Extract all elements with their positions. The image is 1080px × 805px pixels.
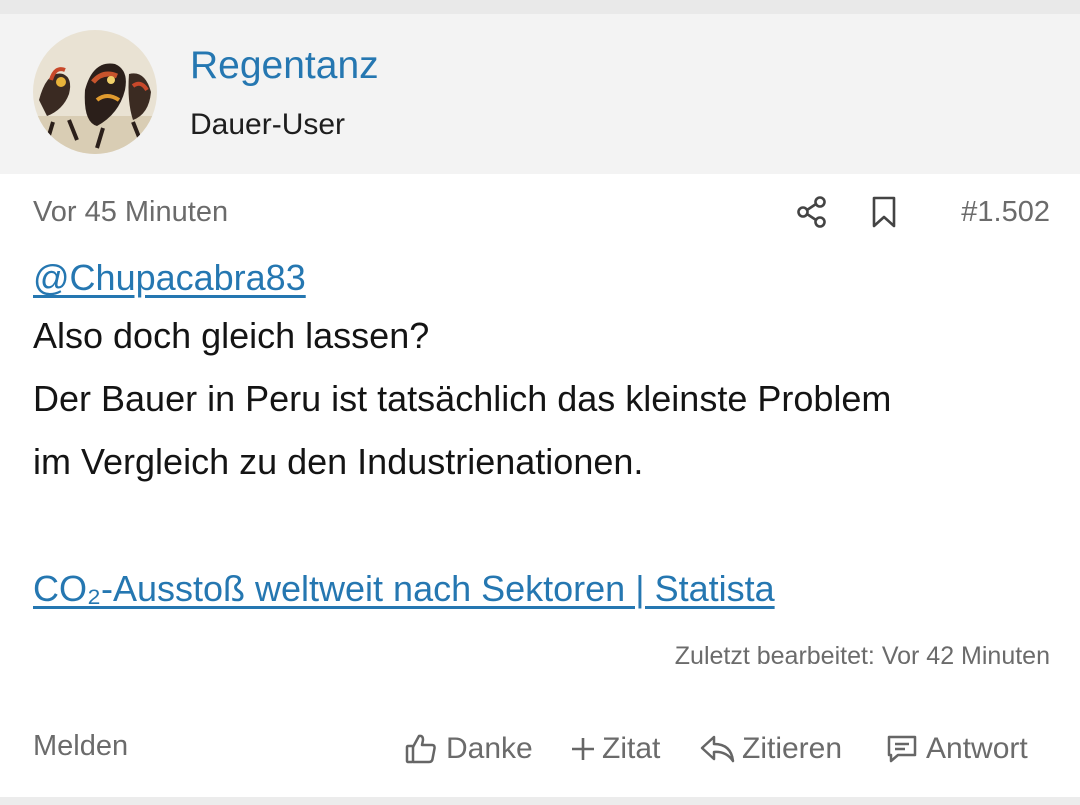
bookmark-icon[interactable]	[866, 194, 902, 230]
post-timestamp[interactable]: Vor 45 Minuten	[33, 196, 228, 229]
comment-icon	[886, 733, 918, 765]
username-link[interactable]: Regentanz	[190, 44, 379, 88]
avatar[interactable]	[33, 30, 157, 154]
plus-icon	[570, 736, 596, 762]
reply-button[interactable]: Antwort	[886, 728, 1028, 770]
like-label: Danke	[446, 732, 533, 765]
top-divider	[0, 0, 1080, 14]
user-mention-link[interactable]: @Chupacabra83	[33, 252, 306, 304]
avatar-image	[33, 30, 157, 154]
report-button[interactable]: Melden	[33, 730, 128, 763]
share-icon[interactable]	[794, 194, 830, 230]
post-author-header: Regentanz Dauer-User	[0, 14, 1080, 174]
external-link[interactable]: CO₂-Ausstoß weltweit nach Sektoren | Sta…	[33, 568, 775, 610]
thumbs-up-icon	[404, 732, 438, 766]
quote-label: Zitieren	[742, 732, 843, 765]
post-actions-bar: Melden Danke Zitat Zitieren Antwort	[0, 724, 1080, 774]
quote-button[interactable]: Zitieren	[700, 728, 842, 770]
last-edited-note: Zuletzt bearbeitet: Vor 42 Minuten	[674, 642, 1050, 670]
bottom-divider	[0, 797, 1080, 805]
post-text-line: Der Bauer in Peru ist tatsächlich das kl…	[33, 378, 892, 419]
add-quote-button[interactable]: Zitat	[570, 728, 660, 770]
post-text-line: im Vergleich zu den Industrienationen.	[33, 441, 644, 482]
like-button[interactable]: Danke	[404, 728, 533, 770]
add-quote-label: Zitat	[602, 732, 661, 765]
user-title: Dauer-User	[190, 108, 346, 141]
post-meta-row: Vor 45 Minuten #1.502	[0, 190, 1080, 240]
post-body: @Chupacabra83 Also doch gleich lassen? D…	[33, 252, 1043, 493]
reply-arrow-icon	[700, 733, 736, 765]
reply-label: Antwort	[926, 732, 1028, 765]
post-text-line: Also doch gleich lassen?	[33, 315, 430, 356]
post-number-link[interactable]: #1.502	[961, 196, 1050, 229]
